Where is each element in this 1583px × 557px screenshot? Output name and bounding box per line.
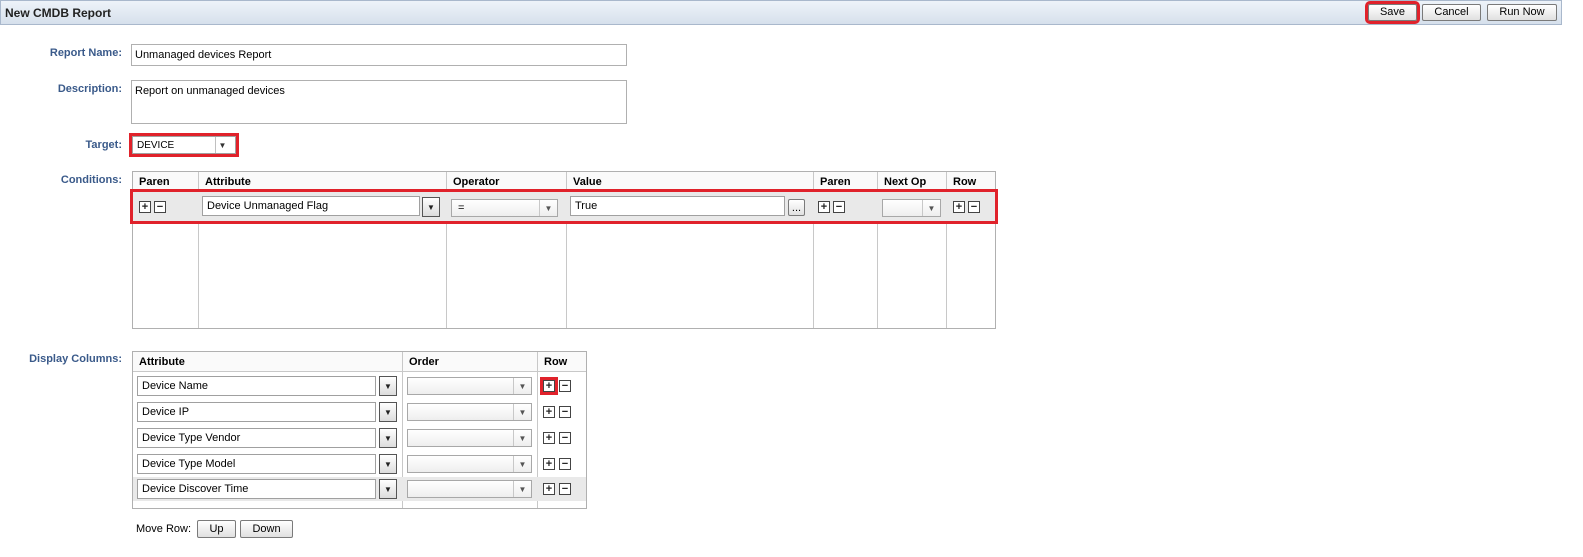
chevron-down-icon[interactable]: ▼ [379, 454, 397, 474]
chevron-down-icon[interactable]: ▼ [379, 376, 397, 396]
minus-icon[interactable]: − [559, 380, 571, 392]
plus-icon[interactable]: + [543, 483, 555, 495]
minus-icon[interactable]: − [559, 483, 571, 495]
chevron-down-icon[interactable]: ▼ [539, 200, 557, 216]
description-label: Description: [57, 83, 122, 95]
plus-icon[interactable]: + [540, 377, 558, 395]
col-header-order: Order [403, 352, 538, 372]
display-attribute-input[interactable]: Device Type Vendor [137, 428, 376, 448]
minus-icon[interactable]: − [559, 458, 571, 470]
display-attribute-input[interactable]: Device IP [137, 402, 376, 422]
chevron-down-icon[interactable]: ▼ [922, 200, 940, 216]
window-title: New CMDB Report [5, 6, 112, 20]
display-attribute-input[interactable]: Device Type Model [137, 454, 376, 474]
condition-next-op-select[interactable]: ▼ [882, 199, 941, 217]
chevron-down-icon[interactable]: ▼ [513, 404, 531, 420]
display-attribute-input[interactable]: Device Discover Time [137, 479, 376, 499]
chevron-down-icon[interactable]: ▼ [513, 430, 531, 446]
chevron-down-icon[interactable]: ▼ [422, 197, 440, 217]
operator-value: = [458, 202, 465, 214]
cancel-button[interactable]: Cancel [1422, 4, 1481, 21]
col-header-value: Value [567, 172, 814, 192]
minus-icon[interactable]: − [968, 201, 980, 213]
plus-icon[interactable]: + [139, 201, 151, 213]
col-header-row: Row [538, 352, 586, 372]
col-header-paren-open: Paren [133, 172, 199, 192]
target-select[interactable]: DEVICE ▼ [129, 133, 239, 157]
condition-operator-select[interactable]: = ▼ [451, 199, 558, 217]
display-order-select[interactable]: ▼ [407, 480, 532, 498]
display-order-select[interactable]: ▼ [407, 429, 532, 447]
display-order-select[interactable]: ▼ [407, 455, 532, 473]
display-columns-label: Display Columns: [29, 353, 122, 365]
col-header-operator: Operator [447, 172, 567, 192]
display-attribute-input[interactable]: Device Name [137, 376, 376, 396]
chevron-down-icon[interactable]: ▼ [513, 378, 531, 394]
target-label: Target: [85, 139, 122, 151]
target-select-value: DEVICE [137, 140, 175, 151]
condition-value-input[interactable]: True [570, 196, 785, 216]
move-up-button[interactable]: Up [197, 520, 236, 538]
col-header-next-op: Next Op [878, 172, 947, 192]
title-bar: New CMDB Report [0, 0, 1562, 25]
chevron-down-icon[interactable]: ▼ [379, 402, 397, 422]
plus-icon[interactable]: + [543, 458, 555, 470]
col-header-attribute: Attribute [199, 172, 447, 192]
report-name-label: Report Name: [49, 47, 122, 59]
move-row-label: Move Row: [136, 523, 192, 535]
save-button[interactable]: Save [1365, 1, 1420, 24]
minus-icon[interactable]: − [559, 432, 571, 444]
col-header-attribute: Attribute [133, 352, 403, 372]
display-order-select[interactable]: ▼ [407, 377, 532, 395]
plus-icon[interactable]: + [953, 201, 965, 213]
col-header-row: Row [947, 172, 995, 192]
chevron-down-icon[interactable]: ▼ [379, 479, 397, 499]
plus-icon[interactable]: + [818, 201, 830, 213]
display-order-select[interactable]: ▼ [407, 403, 532, 421]
chevron-down-icon[interactable]: ▼ [215, 137, 229, 153]
chevron-down-icon[interactable]: ▼ [513, 456, 531, 472]
minus-icon[interactable]: − [833, 201, 845, 213]
plus-icon[interactable]: + [543, 406, 555, 418]
description-textarea[interactable]: Report on unmanaged devices [131, 80, 627, 124]
plus-icon[interactable]: + [543, 432, 555, 444]
minus-icon[interactable]: − [559, 406, 571, 418]
value-picker-button[interactable]: ... [788, 199, 805, 216]
chevron-down-icon[interactable]: ▼ [379, 428, 397, 448]
report-name-input[interactable]: Unmanaged devices Report [131, 44, 627, 66]
move-down-button[interactable]: Down [240, 520, 293, 538]
condition-attribute-input[interactable]: Device Unmanaged Flag [202, 196, 420, 216]
col-header-paren-close: Paren [814, 172, 878, 192]
chevron-down-icon[interactable]: ▼ [513, 481, 531, 497]
minus-icon[interactable]: − [154, 201, 166, 213]
conditions-label: Conditions: [60, 174, 122, 186]
run-now-button[interactable]: Run Now [1487, 4, 1557, 21]
